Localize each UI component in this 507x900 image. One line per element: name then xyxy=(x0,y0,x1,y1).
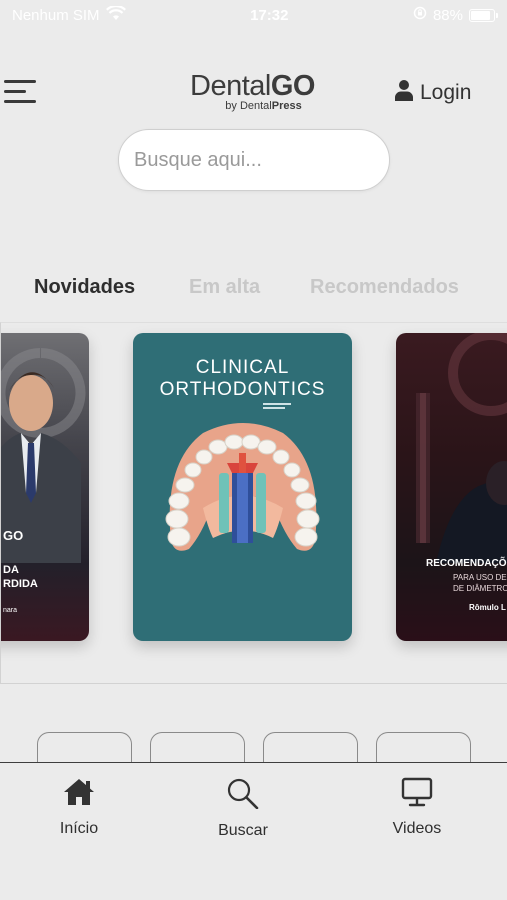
battery-percent: 88% xyxy=(432,6,463,24)
cover-publisher-mark xyxy=(263,403,291,409)
home-icon xyxy=(62,777,96,812)
dental-arch-illustration xyxy=(165,423,320,551)
orientation-lock-icon xyxy=(413,6,427,24)
left-card-line1: DA xyxy=(3,564,19,576)
presenter-photo-right xyxy=(416,333,507,563)
right-card-line2: DE DIÂMETRO xyxy=(453,584,507,593)
nav-label: Buscar xyxy=(218,822,268,839)
content-tabs: Novidades Em alta Recomendados xyxy=(0,276,507,306)
user-icon xyxy=(394,79,414,107)
nav-item-videos[interactable]: Videos xyxy=(372,777,462,838)
nav-label: Videos xyxy=(392,820,442,837)
category-pill[interactable] xyxy=(376,732,471,766)
tab-novidades[interactable]: Novidades xyxy=(34,276,135,299)
carousel-card-clinical-orthodontics[interactable]: CLINICAL ORTHODONTICS xyxy=(133,333,352,641)
carrier-label: Nenhum SIM xyxy=(12,6,100,24)
bottom-navigation: Início Buscar Videos xyxy=(0,762,507,900)
carousel-card-left[interactable]: GO DA RDIDA nara xyxy=(1,333,89,641)
hamburger-menu-button[interactable] xyxy=(4,76,40,108)
battery-fill xyxy=(470,10,491,20)
presenter-photo xyxy=(1,348,86,563)
battery-icon xyxy=(468,8,498,22)
nav-label: Início xyxy=(59,820,99,837)
status-time: 17:32 xyxy=(250,6,289,24)
category-pill[interactable] xyxy=(150,732,245,766)
left-card-line2: RDIDA xyxy=(3,578,38,590)
search-icon xyxy=(226,777,260,814)
wifi-icon xyxy=(105,4,126,25)
category-pill[interactable] xyxy=(263,732,358,766)
search-bar xyxy=(118,129,390,191)
cover-title: CLINICAL ORTHODONTICS xyxy=(159,357,326,400)
nav-item-inicio[interactable]: Início xyxy=(34,777,124,838)
tab-recomendados[interactable]: Recomendados xyxy=(310,276,459,299)
menu-line xyxy=(4,90,26,93)
menu-line xyxy=(4,100,36,103)
category-pill[interactable] xyxy=(37,732,132,766)
left-card-author: nara xyxy=(3,607,18,614)
tab-em-alta[interactable]: Em alta xyxy=(189,276,260,299)
login-label: Login xyxy=(420,81,472,104)
login-button[interactable]: Login xyxy=(394,78,471,108)
dentalgo-logo[interactable]: DentalGO by DentalPress xyxy=(180,70,325,118)
menu-line xyxy=(4,80,36,83)
right-card-author: Rômulo L xyxy=(469,603,506,612)
logo-wordmark: DentalGO xyxy=(190,70,315,102)
status-right: 88% xyxy=(413,6,498,24)
monitor-icon xyxy=(400,777,434,812)
left-card-brand: GO xyxy=(3,528,24,543)
right-card-line1: PARA USO DE M xyxy=(453,573,507,582)
status-left: Nenhum SIM xyxy=(12,4,126,25)
right-card-title: RECOMENDAÇÕ xyxy=(426,558,507,569)
status-bar: Nenhum SIM 17:32 88% xyxy=(0,0,507,30)
search-input[interactable] xyxy=(119,130,389,190)
carousel-card-right[interactable]: RECOMENDAÇÕ PARA USO DE M DE DIÂMETRO Rô… xyxy=(396,333,507,641)
nav-item-buscar[interactable]: Buscar xyxy=(198,777,288,840)
content-carousel[interactable]: GO DA RDIDA nara CLINICAL ORTHODONTICS R… xyxy=(0,322,507,684)
